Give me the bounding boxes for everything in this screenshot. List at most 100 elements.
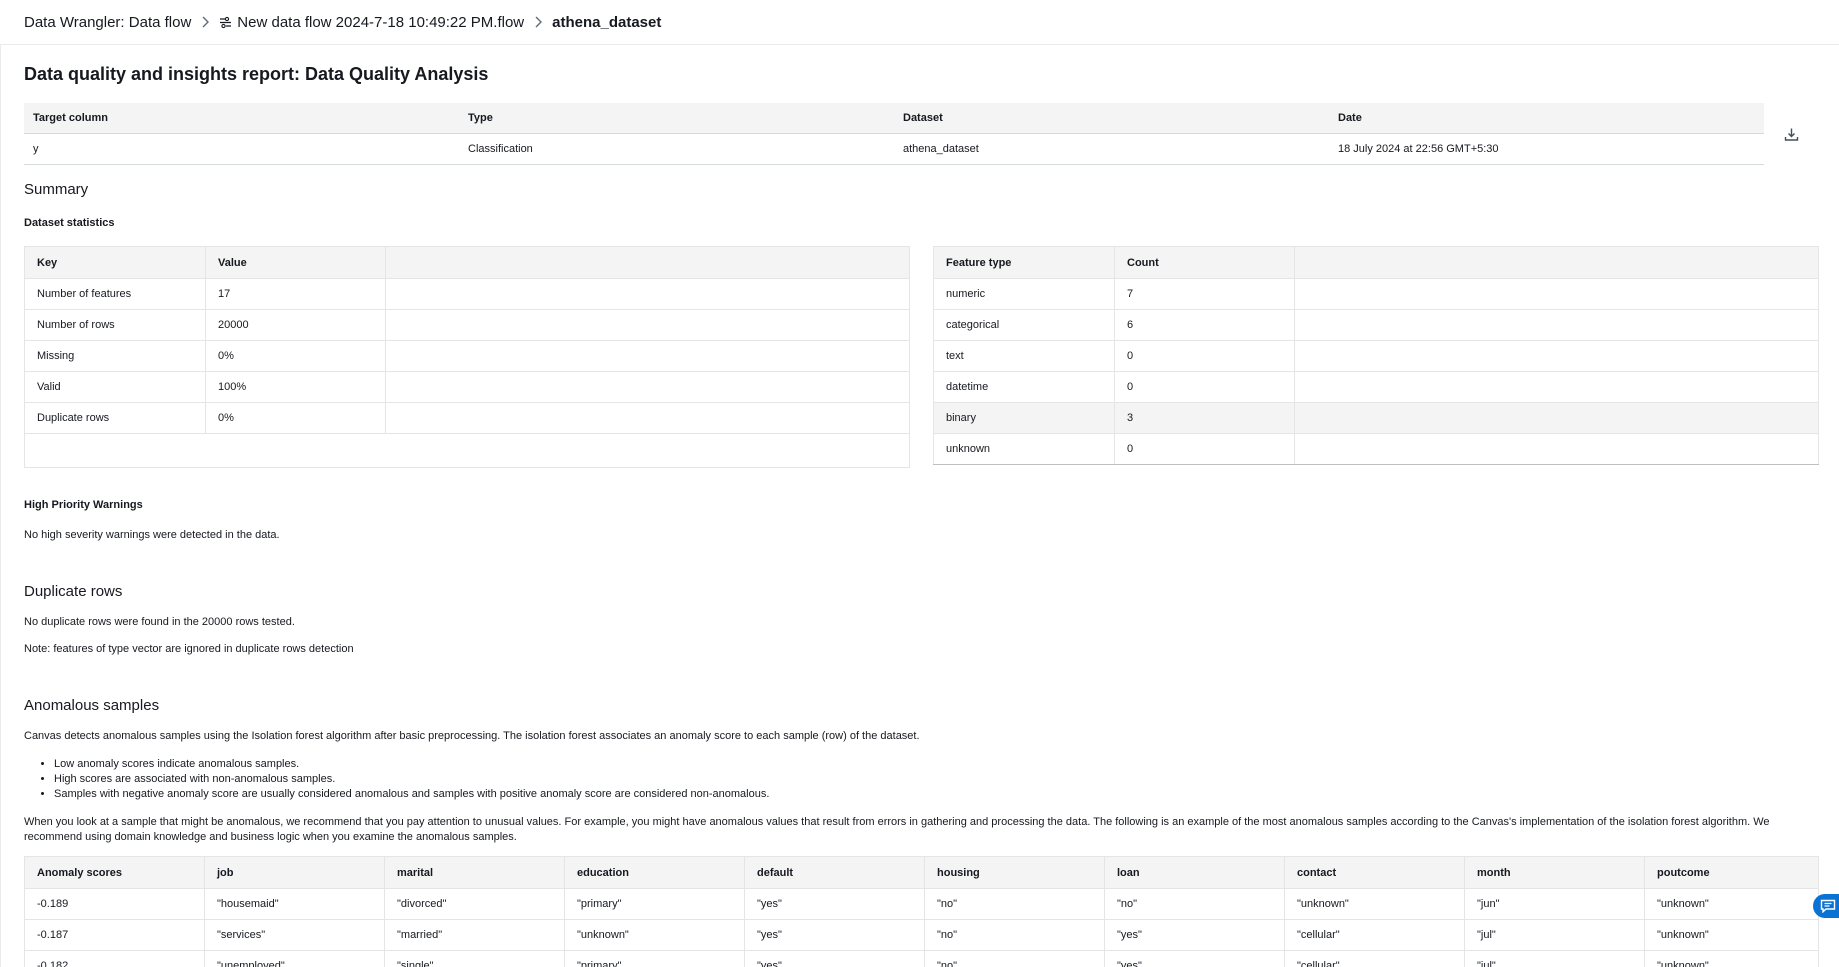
table-cell: "cellular" xyxy=(1284,950,1465,967)
table-cell: "primary" xyxy=(564,888,745,920)
breadcrumb-item-data-flow[interactable]: Data Wrangler: Data flow xyxy=(24,14,191,31)
column-header: Count xyxy=(1114,246,1295,279)
table-cell: "cellular" xyxy=(1284,919,1465,951)
table-row: -0.182 "unemployed" "single" "primary" "… xyxy=(24,950,1819,967)
page-title: Data quality and insights report: Data Q… xyxy=(24,64,489,84)
table-cell: Number of rows xyxy=(24,309,206,341)
table-cell: 0% xyxy=(205,340,386,372)
table-cell: "unknown" xyxy=(1644,919,1819,951)
breadcrumb-item-flow[interactable]: New data flow 2024-7-18 10:49:22 PM.flow xyxy=(237,14,524,31)
table-cell: "no" xyxy=(924,950,1105,967)
table-row: Duplicate rows 0% xyxy=(24,402,910,434)
table-cell: 100% xyxy=(205,371,386,403)
table-cell: -0.182 xyxy=(24,950,205,967)
table-cell: "jul" xyxy=(1464,919,1645,951)
table-cell xyxy=(1294,402,1819,434)
table-cell: Number of features xyxy=(24,278,206,310)
column-header: Date xyxy=(1329,103,1764,134)
anomalous-explanation: When you look at a sample that might be … xyxy=(24,816,1770,843)
table-cell: "yes" xyxy=(1104,919,1285,951)
column-header: Type xyxy=(459,103,894,134)
list-item: Samples with negative anomaly score are … xyxy=(54,787,769,802)
table-row: unknown 0 xyxy=(933,433,1819,465)
table-cell: "primary" xyxy=(564,950,745,967)
column-header: education xyxy=(564,856,745,889)
table-cell: athena_dataset xyxy=(894,133,1329,165)
table-cell: "unknown" xyxy=(1284,888,1465,920)
download-report-button[interactable] xyxy=(1781,124,1801,144)
table-cell: Missing xyxy=(24,340,206,372)
list-item: Low anomaly scores indicate anomalous sa… xyxy=(54,757,769,772)
table-row: categorical 6 xyxy=(933,309,1819,341)
table-cell: "no" xyxy=(1104,888,1285,920)
table-cell: "unknown" xyxy=(1644,950,1819,967)
table-cell: 0 xyxy=(1114,340,1295,372)
report-info-table: Target column Type Dataset Date y Classi… xyxy=(24,103,1764,165)
feature-type-table: Feature type Count numeric 7 categorical 6… xyxy=(933,246,1819,465)
column-header: housing xyxy=(924,856,1105,889)
table-cell: 20000 xyxy=(205,309,386,341)
breadcrumb: Data Wrangler: Data flow New data flow 2… xyxy=(0,0,1839,45)
column-header: marital xyxy=(384,856,565,889)
table-cell: "no" xyxy=(924,888,1105,920)
table-cell: "unemployed" xyxy=(204,950,385,967)
table-cell: "yes" xyxy=(744,888,925,920)
column-header: job xyxy=(204,856,385,889)
download-icon xyxy=(1784,128,1798,141)
column-header-empty xyxy=(1294,246,1819,279)
table-row: numeric 7 xyxy=(933,278,1819,310)
column-header: Key xyxy=(24,246,206,279)
table-row: text 0 xyxy=(933,340,1819,372)
high-priority-warnings-heading: High Priority Warnings xyxy=(24,499,143,511)
table-cell: "no" xyxy=(924,919,1105,951)
table-cell xyxy=(24,433,910,468)
table-row: binary 3 xyxy=(933,402,1819,434)
duplicate-rows-heading: Duplicate rows xyxy=(24,583,123,600)
flow-icon xyxy=(219,16,232,29)
table-cell xyxy=(1294,433,1819,465)
table-cell: 0 xyxy=(1114,371,1295,403)
column-header: Anomaly scores xyxy=(24,856,205,889)
summary-heading: Summary xyxy=(24,181,89,198)
table-cell: "services" xyxy=(204,919,385,951)
table-row: Missing 0% xyxy=(24,340,910,372)
table-cell: "yes" xyxy=(1104,950,1285,967)
table-cell: 0% xyxy=(205,402,386,434)
table-row: Valid 100% xyxy=(24,371,910,403)
duplicate-rows-text: No duplicate rows were found in the 2000… xyxy=(24,616,295,628)
table-cell: 17 xyxy=(205,278,386,310)
table-cell: y xyxy=(24,133,459,165)
table-cell xyxy=(1294,371,1819,403)
table-cell: Classification xyxy=(459,133,894,165)
column-header: default xyxy=(744,856,925,889)
table-cell: binary xyxy=(933,402,1115,434)
chevron-right-icon xyxy=(201,16,210,28)
column-header: poutcome xyxy=(1644,856,1819,889)
table-cell: 7 xyxy=(1114,278,1295,310)
table-cell: categorical xyxy=(933,309,1115,341)
table-cell xyxy=(385,340,910,372)
duplicate-rows-note: Note: features of type vector are ignore… xyxy=(24,643,354,655)
table-cell: "housemaid" xyxy=(204,888,385,920)
chat-button[interactable] xyxy=(1813,894,1839,918)
table-cell xyxy=(385,309,910,341)
table-cell xyxy=(385,278,910,310)
table-cell: text xyxy=(933,340,1115,372)
table-cell: "married" xyxy=(384,919,565,951)
anomalous-intro: Canvas detects anomalous samples using t… xyxy=(24,730,920,742)
table-cell: "jul" xyxy=(1464,950,1645,967)
table-cell: 3 xyxy=(1114,402,1295,434)
table-cell xyxy=(1294,340,1819,372)
table-cell xyxy=(1294,278,1819,310)
dataset-statistics-table: Key Value Number of features 17 Number of… xyxy=(24,246,910,468)
table-row: y Classification athena_dataset 18 July … xyxy=(24,133,1764,165)
table-row: -0.187 "services" "married" "unknown" "y… xyxy=(24,919,1819,951)
column-header: Value xyxy=(205,246,386,279)
table-cell: "divorced" xyxy=(384,888,565,920)
table-cell: unknown xyxy=(933,433,1115,465)
table-cell xyxy=(385,371,910,403)
chevron-right-icon xyxy=(534,16,543,28)
dataset-statistics-heading: Dataset statistics xyxy=(24,217,115,229)
table-cell: 6 xyxy=(1114,309,1295,341)
table-cell: "yes" xyxy=(744,950,925,967)
